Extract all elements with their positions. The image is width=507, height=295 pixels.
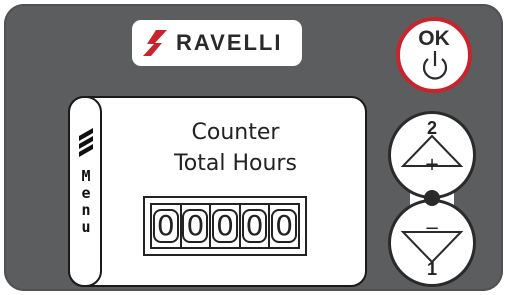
counter-digit: 0 [241,205,271,247]
up-down-keypad: 2 + − 1 [388,111,476,287]
hour-counter: 0 0 0 0 0 [143,196,307,256]
lcd-display: M e n u Counter Total Hours 0 0 0 0 0 [68,96,367,287]
plus-button[interactable]: 2 + [388,111,476,199]
minus-button-number: 1 [426,259,437,279]
brand-name: RAVELLI [176,30,283,55]
minus-button[interactable]: − 1 [388,199,476,287]
power-icon [422,51,448,80]
flame-icon [79,128,93,157]
plus-icon: + [424,154,440,175]
display-title-line1: Counter [191,120,280,145]
control-panel: RAVELLI OK M e n u Counter Total Hours 0 [4,4,503,291]
counter-digit: 0 [270,205,298,247]
ok-power-button[interactable]: OK [396,17,472,93]
ok-label: OK [418,27,450,50]
menu-label: M e n u [74,168,98,236]
display-title-line2: Total Hours [174,151,297,176]
counter-digit: 0 [182,205,212,247]
counter-digit: 0 [152,205,182,247]
minus-icon: − [424,218,440,239]
plus-button-number: 2 [426,118,437,138]
ravelli-flame-logo-icon [143,30,167,56]
menu-letter: e [81,184,91,202]
counter-digit: 0 [211,205,241,247]
menu-letter: n [81,201,91,219]
menu-letter: u [81,218,91,236]
menu-letter: M [81,167,91,185]
keypad-dot [424,190,440,206]
brand-logo: RAVELLI [132,20,302,66]
menu-tab[interactable]: M e n u [68,96,102,287]
